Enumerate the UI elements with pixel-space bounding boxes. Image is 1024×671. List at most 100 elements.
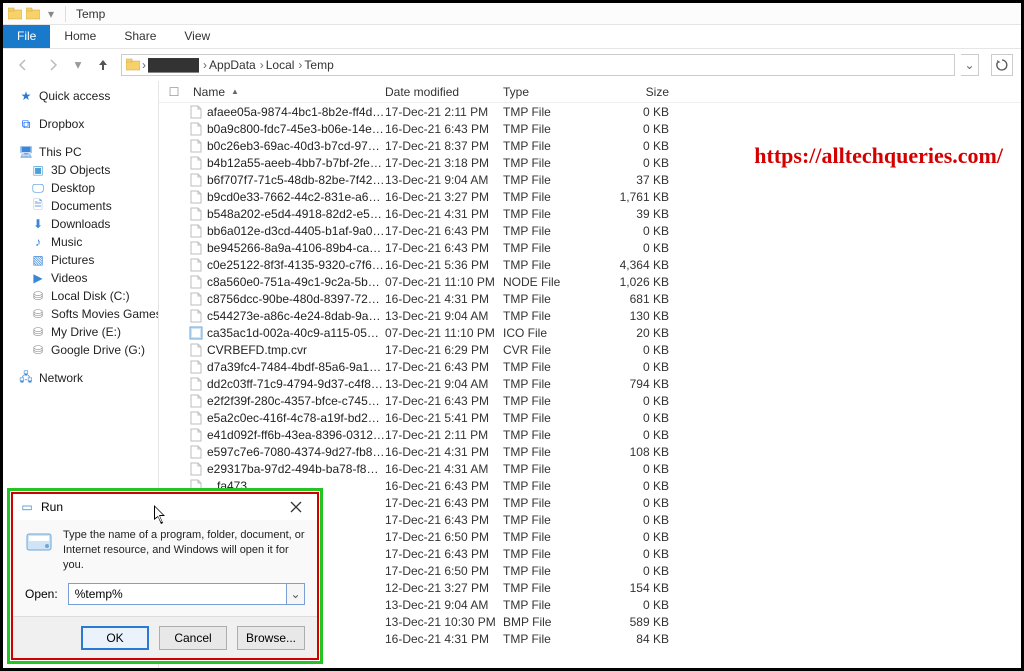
file-type: NODE File — [503, 275, 601, 289]
table-row[interactable]: ca35ac1d-002a-40c9-a115-050c20eb6...07-D… — [159, 324, 1021, 341]
file-size: 37 KB — [601, 173, 679, 187]
breadcrumb-user[interactable]: ██████› — [148, 58, 207, 72]
table-row[interactable]: c0e25122-8f3f-4135-9320-c7f695b8ff...16-… — [159, 256, 1021, 273]
table-row[interactable]: e29317ba-97d2-494b-ba78-f86d8444...16-De… — [159, 460, 1021, 477]
file-size: 589 KB — [601, 615, 679, 629]
file-type: TMP File — [503, 530, 601, 544]
table-row[interactable]: bb6a012e-d3cd-4405-b1af-9a0ab50c...17-De… — [159, 222, 1021, 239]
file-size: 130 KB — [601, 309, 679, 323]
sidebar-quick-access[interactable]: ★ Quick access — [3, 87, 158, 105]
star-icon: ★ — [19, 89, 33, 103]
document-icon: 🗎 — [31, 199, 45, 213]
file-date: 13-Dec-21 9:04 AM — [385, 173, 503, 187]
run-title-text: Run — [41, 500, 63, 514]
cancel-button[interactable]: Cancel — [159, 626, 227, 650]
file-name: b0a9c800-fdc7-45e3-b06e-14e3f729d... — [207, 122, 385, 136]
file-type: TMP File — [503, 258, 601, 272]
table-row[interactable]: be945266-8a9a-4106-89b4-ca77ed9f...17-De… — [159, 239, 1021, 256]
sidebar-dropbox[interactable]: ⧉ Dropbox — [3, 115, 158, 133]
table-row[interactable]: dd2c03ff-71c9-4794-9d37-c4f80d8c5...13-D… — [159, 375, 1021, 392]
file-size: 0 KB — [601, 530, 679, 544]
table-row[interactable]: c8a560e0-751a-49c1-9c2a-5b1a12e63...07-D… — [159, 273, 1021, 290]
sidebar-pictures[interactable]: ▧ Pictures — [3, 251, 158, 269]
qat-dropdown-icon[interactable]: ▾ — [43, 6, 59, 22]
sidebar-gdrive[interactable]: ⛁ Google Drive (G:) — [3, 341, 158, 359]
sidebar-item-label: Dropbox — [39, 117, 84, 131]
close-button[interactable] — [281, 496, 311, 518]
file-type: ICO File — [503, 326, 601, 340]
sidebar-network[interactable]: 🖧 Network — [3, 369, 158, 387]
table-row[interactable]: b0a9c800-fdc7-45e3-b06e-14e3f729d...16-D… — [159, 120, 1021, 137]
browse-button[interactable]: Browse... — [237, 626, 305, 650]
breadcrumb-temp[interactable]: Temp — [304, 58, 333, 72]
table-row[interactable]: c8756dcc-90be-480d-8397-72d0635e...16-De… — [159, 290, 1021, 307]
column-size[interactable]: Size — [601, 85, 679, 99]
column-type[interactable]: Type — [503, 85, 601, 99]
refresh-button[interactable] — [991, 54, 1013, 76]
sidebar-softs[interactable]: ⛁ Softs Movies Games — [3, 305, 158, 323]
tab-share[interactable]: Share — [110, 25, 170, 48]
run-input-dropdown[interactable]: ⌄ — [287, 583, 305, 605]
up-button[interactable] — [91, 53, 115, 77]
table-row[interactable]: b548a202-e5d4-4918-82d2-e5233713...16-De… — [159, 205, 1021, 222]
dropbox-icon: ⧉ — [19, 117, 33, 131]
file-icon — [189, 224, 203, 238]
file-name: bb6a012e-d3cd-4405-b1af-9a0ab50c... — [207, 224, 385, 238]
file-type: TMP File — [503, 139, 601, 153]
file-name: c8a560e0-751a-49c1-9c2a-5b1a12e63... — [207, 275, 385, 289]
table-row[interactable]: afaee05a-9874-4bc1-8b2e-ff4d8253d...17-D… — [159, 103, 1021, 120]
forward-button[interactable] — [41, 53, 65, 77]
sidebar-3d-objects[interactable]: ▣ 3D Objects — [3, 161, 158, 179]
back-button[interactable] — [11, 53, 35, 77]
ok-button[interactable]: OK — [81, 626, 149, 650]
qat-folder-icon[interactable] — [25, 6, 41, 22]
recent-dropdown[interactable]: ▾ — [71, 53, 85, 77]
table-row[interactable]: e41d092f-ff6b-43ea-8396-03120021e...17-D… — [159, 426, 1021, 443]
address-dropdown[interactable]: ⌄ — [961, 54, 979, 76]
breadcrumb[interactable]: › ██████› AppData› Local› Temp — [121, 54, 955, 76]
file-type: TMP File — [503, 394, 601, 408]
sidebar-local-c[interactable]: ⛁ Local Disk (C:) — [3, 287, 158, 305]
table-row[interactable]: e2f2f39f-280c-4357-bfce-c745e4c5e8...17-… — [159, 392, 1021, 409]
table-row[interactable]: b6f707f7-71c5-48db-82be-7f42f53e1...13-D… — [159, 171, 1021, 188]
select-all-checkbox[interactable]: ☐ — [159, 85, 189, 99]
sidebar-mydrive[interactable]: ⛁ My Drive (E:) — [3, 323, 158, 341]
file-icon — [189, 394, 203, 408]
column-name[interactable]: Name ▲ — [189, 85, 385, 99]
run-description: Type the name of a program, folder, docu… — [63, 528, 305, 573]
tab-file[interactable]: File — [3, 25, 50, 48]
sidebar-music[interactable]: ♪ Music — [3, 233, 158, 251]
sidebar-documents[interactable]: 🗎 Documents — [3, 197, 158, 215]
file-icon — [189, 173, 203, 187]
file-size: 1,761 KB — [601, 190, 679, 204]
file-size: 4,364 KB — [601, 258, 679, 272]
sidebar-this-pc[interactable]: 🖥 This PC — [3, 143, 158, 161]
titlebar: ▾ Temp — [3, 3, 1021, 25]
tab-view[interactable]: View — [170, 25, 224, 48]
run-input[interactable] — [68, 583, 287, 605]
file-size: 39 KB — [601, 207, 679, 221]
sidebar-downloads[interactable]: ⬇ Downloads — [3, 215, 158, 233]
sidebar-desktop[interactable]: 🖵 Desktop — [3, 179, 158, 197]
table-row[interactable]: e5a2c0ec-416f-4c78-a19f-bd29659ed...16-D… — [159, 409, 1021, 426]
sidebar-videos[interactable]: ▶ Videos — [3, 269, 158, 287]
table-row[interactable]: CVRBEFD.tmp.cvr17-Dec-21 6:29 PMCVR File… — [159, 341, 1021, 358]
breadcrumb-appdata[interactable]: AppData› — [209, 58, 264, 72]
file-type: TMP File — [503, 156, 601, 170]
breadcrumb-local[interactable]: Local› — [266, 58, 303, 72]
tab-home[interactable]: Home — [50, 25, 110, 48]
file-type: TMP File — [503, 411, 601, 425]
column-date[interactable]: Date modified — [385, 85, 503, 99]
table-row[interactable]: c544273e-a86c-4e24-8dab-9ace8200...13-De… — [159, 307, 1021, 324]
table-row[interactable]: b9cd0e33-7662-44c2-831e-a6ee3fafb...16-D… — [159, 188, 1021, 205]
drive-icon: ⛁ — [31, 325, 45, 339]
file-icon — [189, 343, 203, 357]
file-type: TMP File — [503, 173, 601, 187]
table-row[interactable]: d7a39fc4-7484-4bdf-85a6-9a1b60157...17-D… — [159, 358, 1021, 375]
table-row[interactable]: e597c7e6-7080-4374-9d27-fb8a2aea...16-De… — [159, 443, 1021, 460]
file-date: 17-Dec-21 2:11 PM — [385, 428, 503, 442]
network-icon: 🖧 — [19, 371, 33, 385]
sidebar-item-label: Desktop — [51, 181, 95, 195]
video-icon: ▶ — [31, 271, 45, 285]
file-name: b6f707f7-71c5-48db-82be-7f42f53e1... — [207, 173, 385, 187]
